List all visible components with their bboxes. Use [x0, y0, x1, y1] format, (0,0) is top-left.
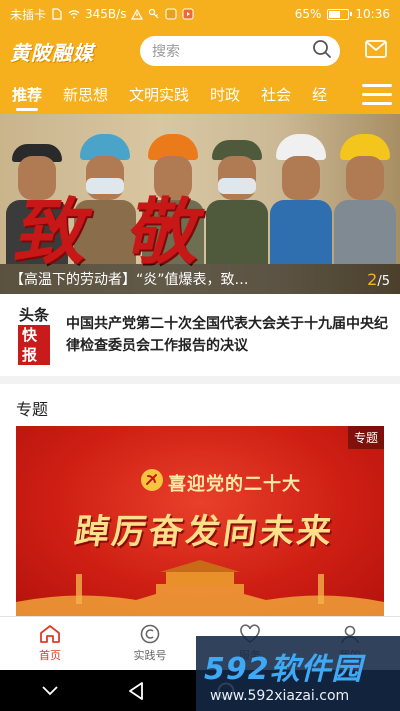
search-input[interactable]: 搜索 [140, 36, 340, 66]
tab-society[interactable]: 社会 [261, 76, 291, 113]
chevron-down-icon [42, 685, 58, 695]
tab-economy[interactable]: 经 [312, 76, 327, 113]
banner-caption[interactable]: 【高温下的劳动者】“炎”值爆表，致… [10, 269, 335, 289]
banner-counter-current: 2 [367, 269, 378, 289]
tab-civilization-practice[interactable]: 文明实践 [129, 76, 189, 113]
home-icon [40, 625, 60, 643]
status-right: 65% 10:36 [295, 7, 390, 21]
headline-badge-bottom: 快报 [18, 324, 50, 365]
tab-new-thought[interactable]: 新思想 [63, 76, 108, 113]
headline-badge: 头条 快报 [18, 306, 50, 365]
topics-title: 专题 [16, 400, 49, 419]
menu-line [362, 83, 392, 87]
menu-line [362, 92, 392, 96]
search-icon[interactable] [312, 39, 332, 63]
back-button[interactable] [106, 670, 166, 711]
banner-caption-bar: 【高温下的劳动者】“炎”值爆表，致… 2/5 [0, 264, 400, 294]
headline-badge-top: 头条 [18, 305, 49, 324]
status-left: 未插卡 345B/s [10, 6, 194, 23]
banner-carousel[interactable]: 致敬 【高温下的劳动者】“炎”值爆表，致… 2/5 [0, 114, 400, 294]
clock: 10:36 [355, 7, 390, 21]
app-logo: 黄陂融媒 [10, 40, 94, 65]
channel-menu-icon[interactable] [362, 78, 392, 110]
topic-slogan: 踔厉奋发向未来 [72, 512, 337, 552]
banner-counter: 2/5 [367, 270, 390, 289]
topic-tag: 专题 [347, 426, 384, 449]
wifi-icon [68, 8, 80, 20]
network-speed: 345B/s [85, 7, 127, 21]
topic-subtitle: 喜迎党的二十大 [168, 474, 301, 495]
play-notification-icon [182, 8, 194, 20]
nav-practice[interactable]: 实践号 [100, 617, 200, 670]
search-placeholder: 搜索 [152, 44, 180, 60]
nav-practice-label: 实践号 [133, 649, 167, 662]
tab-recommend[interactable]: 推荐 [12, 76, 42, 113]
key-icon [148, 8, 160, 20]
channel-tabs: 推荐 新思想 文明实践 时政 社会 经 [0, 74, 400, 114]
nav-home-label: 首页 [39, 649, 61, 662]
mail-button[interactable] [362, 37, 390, 65]
app-notification-icon [165, 8, 177, 20]
tab-list: 推荐 新思想 文明实践 时政 社会 经 [0, 76, 350, 113]
headline-news-item[interactable]: 头条 快报 中国共产党第二十次全国代表大会关于十九届中央纪律检查委员会工作报告的… [0, 294, 400, 376]
topic-card[interactable]: 专题 喜迎党的二十大 踔厉奋发向未来 [16, 426, 384, 616]
site-watermark: 592软件园 www.592xiazai.com [196, 636, 400, 711]
battery-fill [329, 10, 341, 18]
warning-icon [131, 8, 144, 20]
menu-line [362, 101, 392, 105]
headline-title[interactable]: 中国共产党第二十次全国代表大会关于十九届中央纪律检查委员会工作报告的决议 [66, 313, 388, 357]
back-triangle-icon [129, 681, 143, 700]
watermark-brand: 592软件园 [204, 652, 363, 687]
banner-brush-text: 致敬 [9, 189, 252, 274]
nav-home[interactable]: 首页 [0, 617, 100, 670]
banner-counter-total: /5 [377, 273, 390, 289]
collapse-button[interactable] [20, 670, 80, 711]
mail-icon [365, 40, 387, 62]
tiananmen-illustration [16, 560, 384, 616]
battery-icon [327, 8, 353, 20]
party-emblem-icon [141, 469, 163, 491]
topics-section: 专题 专题 喜迎党的二十大 踔厉奋发向未来 [0, 384, 400, 616]
status-bar: 未插卡 345B/s 65% 10:36 [0, 0, 400, 28]
battery-percent: 65% [294, 7, 322, 21]
carrier-label: 未插卡 [10, 7, 47, 22]
tab-politics[interactable]: 时政 [210, 76, 240, 113]
practice-icon [140, 624, 160, 644]
app-header: 黄陂融媒 搜索 [0, 28, 400, 74]
watermark-url: www.592xiazai.com [210, 688, 350, 704]
sim-icon [51, 8, 63, 20]
